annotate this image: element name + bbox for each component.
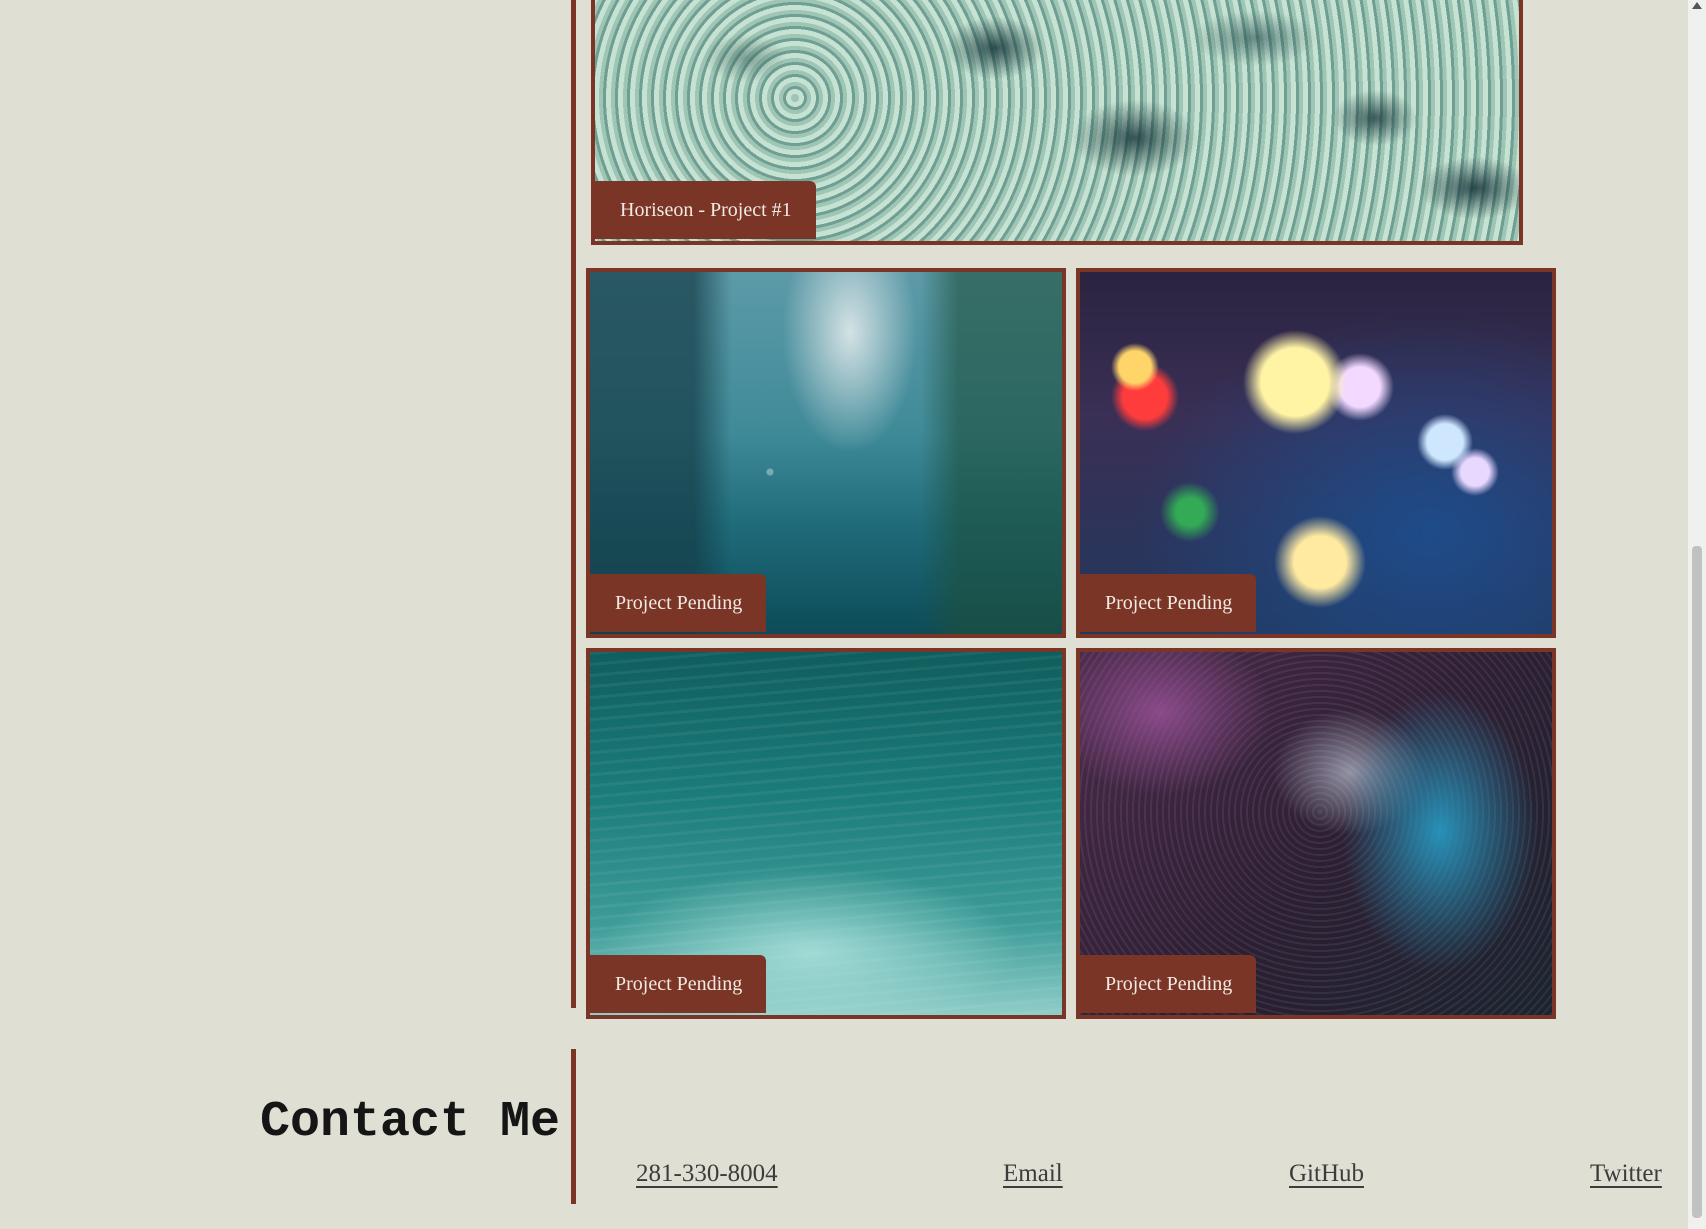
project-card-1[interactable]: Project Pending xyxy=(586,268,1066,638)
vertical-scrollbar[interactable] xyxy=(1688,0,1706,1229)
project-label-1[interactable]: Project Pending xyxy=(590,574,767,632)
work-section-divider xyxy=(571,0,576,1008)
project-label-2[interactable]: Project Pending xyxy=(1080,574,1257,632)
project-card-4[interactable]: Project Pending xyxy=(1076,648,1556,1019)
project-card-2[interactable]: Project Pending xyxy=(1076,268,1556,638)
project-card-3[interactable]: Project Pending xyxy=(586,648,1066,1019)
featured-project-label[interactable]: Horiseon - Project #1 xyxy=(595,181,816,239)
twitter-link[interactable]: Twitter xyxy=(1590,1160,1662,1188)
email-link[interactable]: Email xyxy=(1003,1160,1063,1188)
contact-section-divider xyxy=(571,1049,576,1204)
scrollbar-thumb[interactable] xyxy=(1692,546,1702,1218)
project-label-4[interactable]: Project Pending xyxy=(1080,955,1257,1013)
contact-title: Contact Me xyxy=(259,1094,560,1151)
github-link[interactable]: GitHub xyxy=(1289,1160,1364,1188)
phone-link[interactable]: 281-330-8004 xyxy=(636,1160,778,1188)
project-label-3[interactable]: Project Pending xyxy=(590,955,767,1013)
featured-project-card[interactable]: Horiseon - Project #1 xyxy=(591,0,1523,245)
scroll-up-arrow-icon[interactable] xyxy=(1692,2,1702,9)
